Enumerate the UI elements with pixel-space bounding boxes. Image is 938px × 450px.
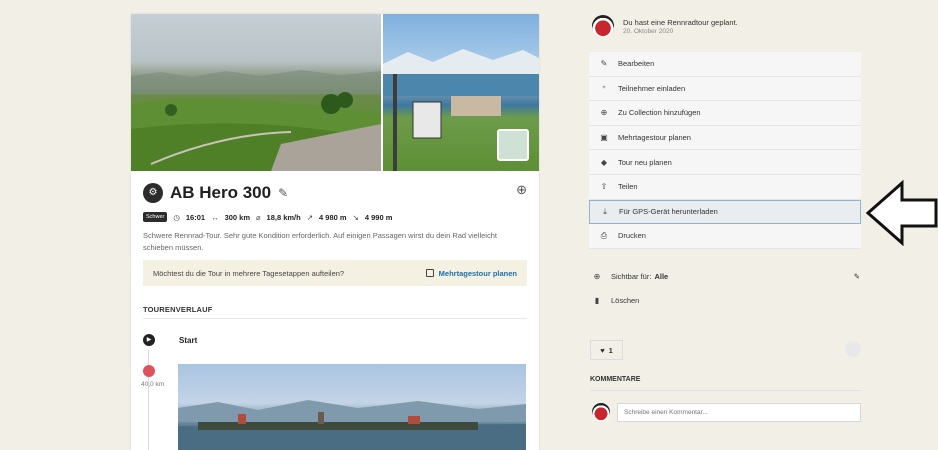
comments-divider bbox=[590, 390, 861, 391]
menu-item-label: Zu Collection hinzufügen bbox=[618, 108, 701, 118]
calendar-icon bbox=[425, 269, 434, 277]
clock-icon: ◷ bbox=[173, 212, 180, 222]
delete-row[interactable]: ▮ Löschen bbox=[592, 296, 640, 305]
comments-title: KOMMENTARE bbox=[590, 376, 641, 383]
comment-input[interactable] bbox=[617, 403, 861, 422]
uphill-icon: ↗ bbox=[306, 212, 314, 222]
edit-visibility-icon[interactable]: ✎ bbox=[854, 272, 860, 281]
waypoint-photo[interactable] bbox=[178, 364, 526, 450]
like-button[interactable]: ♥ 1 bbox=[590, 340, 623, 360]
menu-item-label: Teilen bbox=[618, 182, 638, 192]
downhill-icon: ↘ bbox=[352, 212, 359, 222]
user-avatar[interactable] bbox=[592, 15, 614, 37]
delete-label: Löschen bbox=[611, 296, 640, 305]
like-count: 1 bbox=[608, 345, 613, 355]
start-label: Start bbox=[179, 336, 198, 345]
downhill-value: 4 990 m bbox=[364, 212, 393, 222]
menu-item-label: Drucken bbox=[618, 231, 646, 241]
tour-card: ⚙ AB Hero 300 ✎ ⊕ Schwer ◷ 16:01 ↔ 300 k… bbox=[131, 14, 539, 450]
plan-date: 20. Oktober 2020 bbox=[623, 28, 674, 35]
plan-multiday-label: Mehrtagestour planen bbox=[438, 268, 517, 278]
annotation-arrow bbox=[866, 180, 938, 246]
tour-photo-landscape[interactable] bbox=[131, 14, 381, 171]
tour-title: AB Hero 300 bbox=[170, 183, 272, 202]
visibility-label: Sichtbar für: bbox=[611, 272, 652, 281]
start-icon: ▶ bbox=[143, 334, 155, 346]
visibility-row[interactable]: ⊕ Sichtbar für: Alle ✎ bbox=[592, 272, 860, 281]
plus-circle-icon: ⊕ bbox=[600, 108, 608, 118]
waypoint-icon[interactable] bbox=[143, 365, 155, 377]
heart-icon: ♥ bbox=[600, 345, 605, 355]
actions-menu: ✎ Bearbeiten ⁺ Teilnehmer einladen ⊕ Zu … bbox=[589, 52, 861, 249]
globe-icon: ⊕ bbox=[593, 272, 601, 281]
tour-photos bbox=[131, 14, 539, 171]
route-icon: ◆ bbox=[600, 157, 608, 167]
menu-item-edit[interactable]: ✎ Bearbeiten bbox=[589, 52, 861, 77]
map-thumbnail[interactable] bbox=[497, 129, 529, 161]
plan-header: Du hast eine Rennradtour geplant. 20. Ok… bbox=[592, 15, 738, 37]
liker-avatar[interactable] bbox=[845, 341, 861, 357]
tour-description: Schwere Rennrad-Tour. Sehr gute Konditio… bbox=[143, 231, 497, 252]
road-bike-icon: ⚙ bbox=[143, 183, 163, 203]
calendar-icon: ▣ bbox=[600, 133, 608, 143]
tour-title-row: ⚙ AB Hero 300 ✎ bbox=[143, 183, 288, 203]
speed-value: 18,8 km/h bbox=[266, 212, 301, 222]
menu-item-multiday[interactable]: ▣ Mehrtagestour planen bbox=[589, 126, 861, 151]
menu-item-label: Bearbeiten bbox=[618, 59, 655, 69]
share-icon: ⇧ bbox=[600, 182, 608, 192]
difficulty-badge: Schwer bbox=[143, 212, 168, 222]
menu-item-label: Mehrtagestour planen bbox=[618, 133, 691, 143]
menu-item-add-collection[interactable]: ⊕ Zu Collection hinzufügen bbox=[589, 101, 861, 126]
tour-photo-lake-sign[interactable] bbox=[383, 14, 539, 171]
edit-title-icon[interactable]: ✎ bbox=[278, 186, 288, 200]
duration-value: 16:01 bbox=[185, 212, 206, 222]
pencil-icon: ✎ bbox=[600, 59, 608, 69]
distance-value: 300 km bbox=[224, 212, 251, 222]
waypoint-distance: 40,0 km bbox=[141, 381, 165, 388]
trash-icon: ▮ bbox=[594, 296, 600, 305]
tour-stats: Schwer ◷ 16:01 ↔ 300 km ⌀ 18,8 km/h ↗ 4 … bbox=[143, 212, 392, 222]
plan-multiday-button[interactable]: Mehrtagestour planen bbox=[425, 268, 517, 278]
menu-item-label: Tour neu planen bbox=[618, 157, 672, 167]
menu-item-replan[interactable]: ◆ Tour neu planen bbox=[589, 150, 861, 175]
route-section-title: TOURENVERLAUF bbox=[143, 305, 213, 314]
multiday-prompt: Möchtest du die Tour in mehrere Tageseta… bbox=[143, 260, 527, 286]
multiday-question: Möchtest du die Tour in mehrere Tageseta… bbox=[153, 268, 345, 278]
uphill-value: 4 980 m bbox=[319, 212, 347, 222]
globe-icon[interactable]: ⊕ bbox=[516, 182, 527, 198]
menu-item-print[interactable]: ⎙ Drucken bbox=[589, 224, 861, 249]
menu-item-label: Für GPS-Gerät herunterladen bbox=[619, 207, 718, 217]
menu-item-invite[interactable]: ⁺ Teilnehmer einladen bbox=[589, 77, 861, 102]
menu-item-gps-download[interactable]: ⤓ Für GPS-Gerät herunterladen bbox=[589, 199, 861, 225]
commenter-avatar bbox=[592, 403, 610, 421]
menu-item-label: Teilnehmer einladen bbox=[618, 83, 686, 93]
distance-icon: ↔ bbox=[211, 212, 219, 222]
section-divider bbox=[143, 318, 527, 319]
menu-item-share[interactable]: ⇧ Teilen bbox=[589, 175, 861, 200]
download-icon: ⤓ bbox=[603, 206, 607, 216]
speed-icon: ⌀ bbox=[256, 212, 261, 222]
add-people-icon: ⁺ bbox=[601, 83, 607, 93]
visibility-value: Alle bbox=[654, 272, 669, 281]
printer-icon: ⎙ bbox=[600, 230, 608, 240]
plan-message: Du hast eine Rennradtour geplant. bbox=[623, 18, 738, 27]
visibility-text: ⊕ Sichtbar für: Alle bbox=[592, 272, 669, 281]
